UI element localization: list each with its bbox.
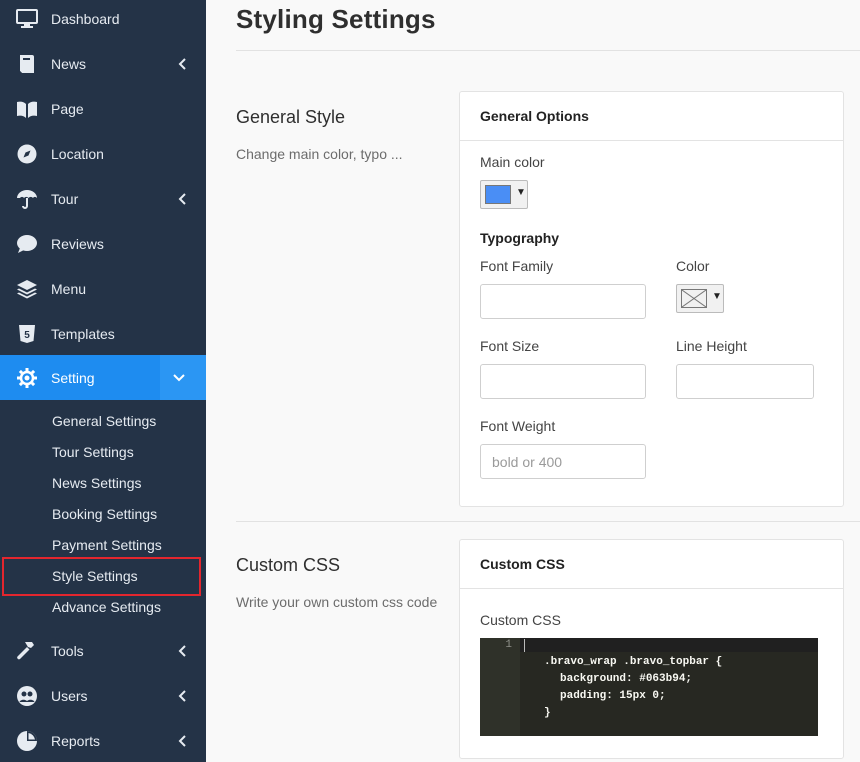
custom-css-title: Custom CSS xyxy=(236,555,341,575)
font-size-label: Font Size xyxy=(480,338,540,354)
line-gutter xyxy=(480,638,520,736)
chevron-left-icon xyxy=(176,644,188,657)
sidebar-item-label: Setting xyxy=(51,369,95,386)
code-line: background: #063b94; xyxy=(560,673,693,685)
empty-color-icon xyxy=(681,289,707,308)
monitor-icon xyxy=(16,8,38,30)
sidebar-item-setting[interactable]: Setting xyxy=(0,355,206,400)
general-style-description: Change main color, typo ... xyxy=(236,146,403,162)
submenu-item-payment-settings[interactable]: Payment Settings xyxy=(52,537,162,553)
chevron-left-icon xyxy=(176,57,188,70)
layers-icon xyxy=(16,278,38,300)
sidebar-item-tools[interactable]: Tools xyxy=(0,628,206,673)
sidebar-item-label: Dashboard xyxy=(51,10,120,27)
sidebar-item-reports[interactable]: Reports xyxy=(0,718,206,762)
chevron-left-icon xyxy=(176,689,188,702)
typography-label: Typography xyxy=(480,230,560,246)
main-color-picker[interactable]: ▼ xyxy=(480,180,528,209)
font-family-label: Font Family xyxy=(480,258,554,274)
sidebar-item-label: Templates xyxy=(51,325,115,342)
caret-down-icon: ▼ xyxy=(516,187,526,198)
code-editor[interactable]: 1 .bravo_wrap .bravo_topbar { background… xyxy=(480,638,818,736)
line-number: 1 xyxy=(505,639,512,651)
text-cursor xyxy=(524,639,525,652)
submenu-item-tour-settings[interactable]: Tour Settings xyxy=(52,444,134,460)
pie-chart-icon xyxy=(16,730,38,752)
comment-icon xyxy=(16,233,38,255)
line-height-label: Line Height xyxy=(676,338,747,354)
main-color-label: Main color xyxy=(480,154,545,170)
chevron-left-icon xyxy=(176,192,188,205)
sidebar-item-label: Page xyxy=(51,100,84,117)
sidebar-item-label: Tools xyxy=(51,642,84,659)
submenu-item-news-settings[interactable]: News Settings xyxy=(52,475,141,491)
users-icon xyxy=(16,685,38,707)
panel-title: General Options xyxy=(460,92,843,141)
submenu-item-advance-settings[interactable]: Advance Settings xyxy=(52,599,161,615)
sidebar-item-menu[interactable]: Menu xyxy=(0,266,206,311)
sidebar-item-page[interactable]: Page xyxy=(0,86,206,131)
umbrella-icon xyxy=(16,188,38,210)
color-swatch xyxy=(485,185,511,204)
compass-icon xyxy=(16,143,38,165)
caret-down-icon: ▼ xyxy=(712,291,722,302)
sidebar-item-label: Users xyxy=(51,687,88,704)
sidebar-item-label: Menu xyxy=(51,280,87,297)
divider xyxy=(236,521,860,522)
sidebar-item-reviews[interactable]: Reviews xyxy=(0,221,206,266)
sidebar-item-dashboard[interactable]: Dashboard xyxy=(0,0,206,41)
color-label: Color xyxy=(676,258,710,274)
submenu-item-booking-settings[interactable]: Booking Settings xyxy=(52,506,157,522)
page-title: Styling Settings xyxy=(236,4,436,34)
code-line: .bravo_wrap .bravo_topbar { xyxy=(544,656,723,668)
sidebar-item-news[interactable]: News xyxy=(0,41,206,86)
line-height-input[interactable] xyxy=(676,364,814,399)
sidebar-item-label: Reviews xyxy=(51,235,104,252)
divider xyxy=(236,50,860,51)
font-family-input[interactable] xyxy=(480,284,646,319)
hammer-icon xyxy=(16,640,38,662)
code-line: padding: 15px 0; xyxy=(560,690,666,702)
sidebar-item-users[interactable]: Users xyxy=(0,673,206,718)
chevron-down-icon xyxy=(173,372,185,384)
sidebar-item-templates[interactable]: 5 Templates xyxy=(0,311,206,356)
custom-css-description: Write your own custom css code xyxy=(236,594,438,610)
sidebar-item-location[interactable]: Location xyxy=(0,131,206,176)
font-weight-label: Font Weight xyxy=(480,418,556,434)
sidebar-item-label: Reports xyxy=(51,732,101,749)
custom-css-label: Custom CSS xyxy=(480,612,561,628)
submenu-item-general-settings[interactable]: General Settings xyxy=(52,413,156,429)
sidebar-item-tour[interactable]: Tour xyxy=(0,176,206,221)
text-color-picker[interactable]: ▼ xyxy=(676,284,724,313)
sidebar-item-label: Location xyxy=(51,145,104,162)
book-icon xyxy=(16,53,38,75)
sidebar-item-label: News xyxy=(51,55,87,72)
gear-icon xyxy=(16,367,38,389)
book-open-icon xyxy=(16,98,38,120)
general-style-title: General Style xyxy=(236,107,346,127)
sidebar: Dashboard News Page Location Tour Review… xyxy=(0,0,206,762)
panel-title: Custom CSS xyxy=(460,540,843,589)
chevron-left-icon xyxy=(176,734,188,747)
svg-text:5: 5 xyxy=(24,330,30,341)
font-size-input[interactable] xyxy=(480,364,646,399)
html5-icon: 5 xyxy=(16,323,38,345)
code-line: } xyxy=(544,707,551,719)
highlight-box xyxy=(2,557,201,596)
font-weight-input[interactable] xyxy=(480,444,646,479)
sidebar-item-label: Tour xyxy=(51,190,79,207)
